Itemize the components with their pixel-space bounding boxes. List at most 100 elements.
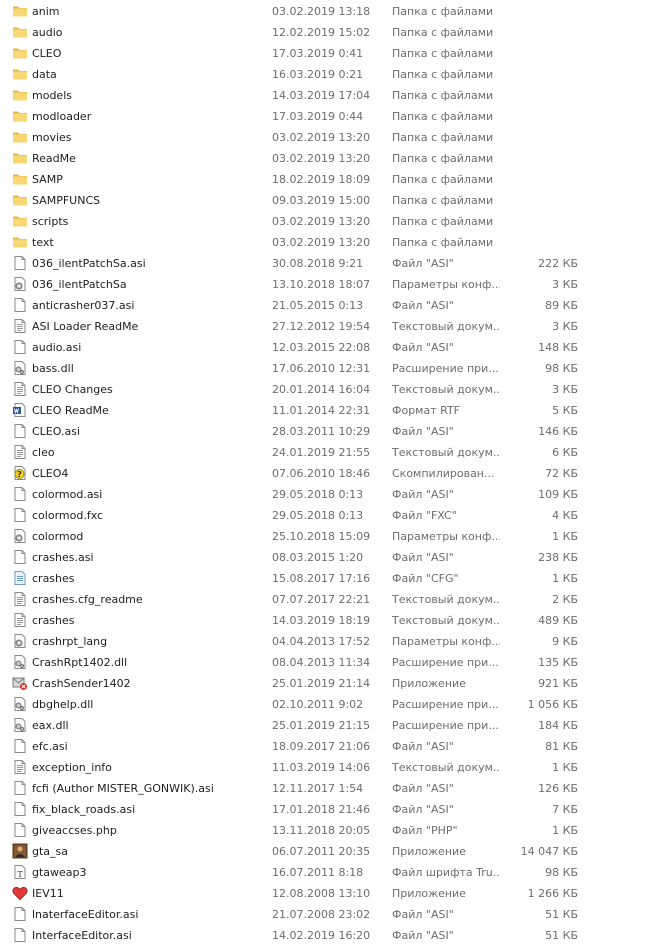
file-icon: [12, 906, 28, 922]
file-row[interactable]: data 16.03.2019 0:21 Папка с файлами: [0, 64, 669, 85]
file-date-modified: 08.04.2013 11:34: [272, 656, 371, 669]
file-row[interactable]: CrashRpt1402.dll 08.04.2013 11:34 Расшир…: [0, 652, 669, 673]
file-date-modified: 18.09.2017 21:06: [272, 740, 371, 753]
file-row[interactable]: audio.asi 12.03.2015 22:08 Файл "ASI" 14…: [0, 337, 669, 358]
folder-icon-graphic: [13, 111, 27, 122]
file-icon-graphic: [14, 508, 26, 522]
file-row[interactable]: audio 12.02.2019 15:02 Папка с файлами: [0, 22, 669, 43]
file-row[interactable]: cleo 24.01.2019 21:55 Текстовый докум...…: [0, 442, 669, 463]
file-row[interactable]: anticrasher037.asi 21.05.2015 0:13 Файл …: [0, 295, 669, 316]
folder-icon-graphic: [13, 132, 27, 143]
file-row[interactable]: efc.asi 18.09.2017 21:06 Файл "ASI" 81 К…: [0, 736, 669, 757]
file-row[interactable]: gta_sa 06.07.2011 20:35 Приложение 14 04…: [0, 841, 669, 862]
folder-icon-graphic: [13, 195, 27, 206]
file-name: fcfi (Author MISTER_GONWIK).asi: [32, 782, 214, 795]
folder-icon-graphic: [13, 69, 27, 80]
folder-icon: [12, 108, 28, 124]
file-date-modified: 21.05.2015 0:13: [272, 299, 364, 312]
file-date-modified: 12.03.2015 22:08: [272, 341, 371, 354]
file-row[interactable]: fix_black_roads.asi 17.01.2018 21:46 Фай…: [0, 799, 669, 820]
file-row[interactable]: lnaterfaceEditor.asi 21.07.2008 23:02 Фа…: [0, 904, 669, 925]
file-date-modified: 17.03.2019 0:41: [272, 47, 364, 60]
file-size: 14 047 КБ: [520, 845, 578, 858]
file-row[interactable]: crashes.asi 08.03.2015 1:20 Файл "ASI" 2…: [0, 547, 669, 568]
file-row[interactable]: giveaccses.php 13.11.2018 20:05 Файл "PH…: [0, 820, 669, 841]
file-row[interactable]: modloader 17.03.2019 0:44 Папка с файлам…: [0, 106, 669, 127]
file-size: 1 КБ: [552, 761, 578, 774]
file-row[interactable]: CLEO ReadMe 11.01.2014 22:31 Формат RTF …: [0, 400, 669, 421]
file-size: 7 КБ: [552, 803, 578, 816]
file-type: Приложение: [392, 845, 466, 858]
file-size: 9 КБ: [552, 635, 578, 648]
file-row[interactable]: exception_info 11.03.2019 14:06 Текстовы…: [0, 757, 669, 778]
file-size: 148 КБ: [538, 341, 578, 354]
file-row[interactable]: anim 03.02.2019 13:18 Папка с файлами: [0, 1, 669, 22]
file-row[interactable]: dbghelp.dll 02.10.2011 9:02 Расширение п…: [0, 694, 669, 715]
file-size: 489 КБ: [538, 614, 578, 627]
file-row[interactable]: InterfaceEditor.asi 14.02.2019 16:20 Фай…: [0, 925, 669, 946]
file-row[interactable]: colormod 25.10.2018 15:09 Параметры конф…: [0, 526, 669, 547]
file-name: colormod.fxc: [32, 509, 104, 522]
file-date-modified: 16.03.2019 0:21: [272, 68, 364, 81]
text-file-icon-graphic: [14, 382, 26, 396]
file-type: Файл "ASI": [392, 425, 454, 438]
file-name: ReadMe: [32, 152, 76, 165]
file-name: CLEO ReadMe: [32, 404, 109, 417]
file-row[interactable]: movies 03.02.2019 13:20 Папка с файлами: [0, 127, 669, 148]
file-row[interactable]: CLEO 17.03.2019 0:41 Папка с файлами: [0, 43, 669, 64]
file-size: 4 КБ: [552, 509, 578, 522]
text-file-icon: [12, 444, 28, 460]
file-row[interactable]: crashes.cfg_readme 07.07.2017 22:21 Текс…: [0, 589, 669, 610]
file-date-modified: 11.01.2014 22:31: [272, 404, 371, 417]
file-row[interactable]: eax.dll 25.01.2019 21:15 Расширение при.…: [0, 715, 669, 736]
file-type: Приложение: [392, 677, 466, 690]
file-row[interactable]: colormod.fxc 29.05.2018 0:13 Файл "FXC" …: [0, 505, 669, 526]
file-row[interactable]: 036_ilentPatchSa 13.10.2018 18:07 Параме…: [0, 274, 669, 295]
file-row[interactable]: CLEO Changes 20.01.2014 16:04 Текстовый …: [0, 379, 669, 400]
file-row[interactable]: scripts 03.02.2019 13:20 Папка с файлами: [0, 211, 669, 232]
file-type: Файл "ASI": [392, 551, 454, 564]
file-row[interactable]: bass.dll 17.06.2010 12:31 Расширение при…: [0, 358, 669, 379]
file-row[interactable]: crashrpt_lang 04.04.2013 17:52 Параметры…: [0, 631, 669, 652]
file-type: Файл "PHP": [392, 824, 458, 837]
file-row[interactable]: colormod.asi 29.05.2018 0:13 Файл "ASI" …: [0, 484, 669, 505]
file-row[interactable]: T gtaweap3 16.07.2011 8:18 Файл шрифта T…: [0, 862, 669, 883]
file-name: audio: [32, 26, 63, 39]
file-name: crashrpt_lang: [32, 635, 108, 648]
folder-icon-graphic: [13, 27, 27, 38]
file-date-modified: 06.07.2011 20:35: [272, 845, 371, 858]
file-row[interactable]: CLEO.asi 28.03.2011 10:29 Файл "ASI" 146…: [0, 421, 669, 442]
file-list: anim 03.02.2019 13:18 Папка с файлами au…: [0, 1, 669, 946]
file-name: giveaccses.php: [32, 824, 117, 837]
font-file-icon-graphic: T: [14, 865, 26, 879]
file-type: Текстовый докум...: [392, 383, 500, 396]
file-row[interactable]: ASI Loader ReadMe 27.12.2012 19:54 Текст…: [0, 316, 669, 337]
file-row[interactable]: text 03.02.2019 13:20 Папка с файлами: [0, 232, 669, 253]
file-date-modified: 17.03.2019 0:44: [272, 110, 364, 123]
file-name: SAMP: [32, 173, 63, 186]
file-row[interactable]: ? CLEO4 07.06.2010 18:46 Скомпилирован..…: [0, 463, 669, 484]
file-row[interactable]: SAMPFUNCS 09.03.2019 15:00 Папка с файла…: [0, 190, 669, 211]
file-row[interactable]: IEV11 12.08.2008 13:10 Приложение 1 266 …: [0, 883, 669, 904]
file-type: Папка с файлами: [392, 173, 494, 186]
file-name: colormod.asi: [32, 488, 103, 501]
file-row[interactable]: crashes 14.03.2019 18:19 Текстовый докум…: [0, 610, 669, 631]
file-name: fix_black_roads.asi: [32, 803, 136, 816]
file-row[interactable]: crashes 15.08.2017 17:16 Файл "CFG" 1 КБ: [0, 568, 669, 589]
file-icon-graphic: [14, 424, 26, 438]
file-row[interactable]: fcfi (Author MISTER_GONWIK).asi 12.11.20…: [0, 778, 669, 799]
text-file-icon-graphic: [14, 613, 26, 627]
folder-icon-graphic: [13, 237, 27, 248]
rtf-file-icon-graphic: [13, 403, 26, 417]
settings-file-icon: [12, 633, 28, 649]
file-row[interactable]: CrashSender1402 25.01.2019 21:14 Приложе…: [0, 673, 669, 694]
settings-file-icon: [12, 528, 28, 544]
file-row[interactable]: ReadMe 03.02.2019 13:20 Папка с файлами: [0, 148, 669, 169]
file-date-modified: 14.03.2019 18:19: [272, 614, 371, 627]
file-row[interactable]: SAMP 18.02.2019 18:09 Папка с файлами: [0, 169, 669, 190]
settings-file-icon-graphic: [14, 277, 26, 291]
folder-icon: [12, 171, 28, 187]
file-date-modified: 03.02.2019 13:20: [272, 215, 371, 228]
file-row[interactable]: 036_ilentPatchSa.asi 30.08.2018 9:21 Фай…: [0, 253, 669, 274]
file-row[interactable]: models 14.03.2019 17:04 Папка с файлами: [0, 85, 669, 106]
